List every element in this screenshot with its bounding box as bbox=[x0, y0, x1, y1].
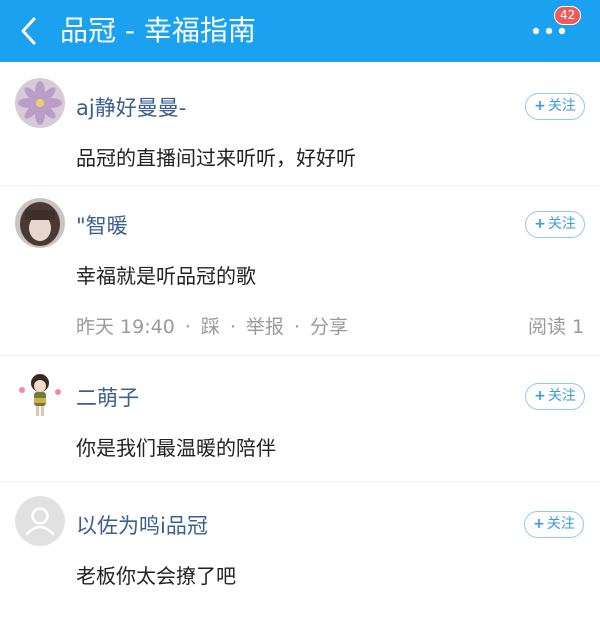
default-user-icon bbox=[15, 496, 65, 546]
timestamp: 昨天 19:40 bbox=[76, 316, 175, 338]
username[interactable]: "智暖 bbox=[76, 210, 128, 240]
comment-item: 二萌子 + 关注 你是我们最温暖的陪伴 bbox=[0, 356, 600, 482]
follow-button[interactable]: + 关注 bbox=[525, 383, 585, 410]
avatar[interactable] bbox=[15, 78, 65, 128]
notification-badge: 42 bbox=[554, 6, 582, 25]
chevron-left-icon bbox=[21, 17, 36, 45]
username[interactable]: 以佐为鸣i品冠 bbox=[76, 510, 208, 540]
back-button[interactable] bbox=[14, 13, 48, 49]
report-link[interactable]: 举报 bbox=[246, 316, 284, 338]
username[interactable]: aj静好曼曼- bbox=[76, 92, 186, 122]
plus-icon: + bbox=[533, 516, 545, 532]
comment-item: "智暖 + 关注 幸福就是听品冠的歌 昨天 19:40 · 踩 · 举报 · 分享 阅读 1 bbox=[0, 186, 600, 356]
comment-meta: 昨天 19:40 · 踩 · 举报 · 分享 bbox=[76, 316, 348, 338]
follow-button[interactable]: + 关注 bbox=[524, 511, 584, 538]
avatar[interactable] bbox=[15, 370, 65, 420]
comment-text: 品冠的直播间过来听听，好好听 bbox=[76, 146, 356, 170]
follow-label: 关注 bbox=[547, 388, 576, 404]
person-photo-avatar-image bbox=[15, 198, 65, 248]
avatar[interactable] bbox=[15, 198, 65, 248]
comment-text: 你是我们最温暖的陪伴 bbox=[76, 436, 276, 460]
plus-icon: + bbox=[534, 98, 546, 114]
cartoon-girl-avatar-image bbox=[19, 374, 61, 416]
comment-item: aj静好曼曼- + 关注 品冠的直播间过来听听，好好听 bbox=[0, 62, 600, 186]
follow-button[interactable]: + 关注 bbox=[525, 211, 585, 238]
dislike-link[interactable]: 踩 bbox=[201, 316, 220, 338]
flower-avatar-image bbox=[15, 78, 65, 128]
avatar[interactable] bbox=[15, 496, 65, 546]
follow-label: 关注 bbox=[546, 516, 575, 532]
read-count: 阅读 1 bbox=[528, 316, 585, 338]
comment-item: 以佐为鸣i品冠 + 关注 老板你太会撩了吧 bbox=[0, 482, 600, 620]
comment-text: 老板你太会撩了吧 bbox=[76, 564, 236, 588]
plus-icon: + bbox=[534, 388, 546, 404]
follow-button[interactable]: + 关注 bbox=[525, 93, 585, 120]
page-title: 品冠 - 幸福指南 bbox=[60, 14, 256, 47]
follow-label: 关注 bbox=[547, 216, 576, 232]
follow-label: 关注 bbox=[547, 98, 576, 114]
plus-icon: + bbox=[534, 216, 546, 232]
top-bar: 品冠 - 幸福指南 42 bbox=[0, 0, 600, 62]
username[interactable]: 二萌子 bbox=[76, 382, 139, 412]
share-link[interactable]: 分享 bbox=[310, 316, 348, 338]
comment-text: 幸福就是听品冠的歌 bbox=[76, 264, 256, 288]
